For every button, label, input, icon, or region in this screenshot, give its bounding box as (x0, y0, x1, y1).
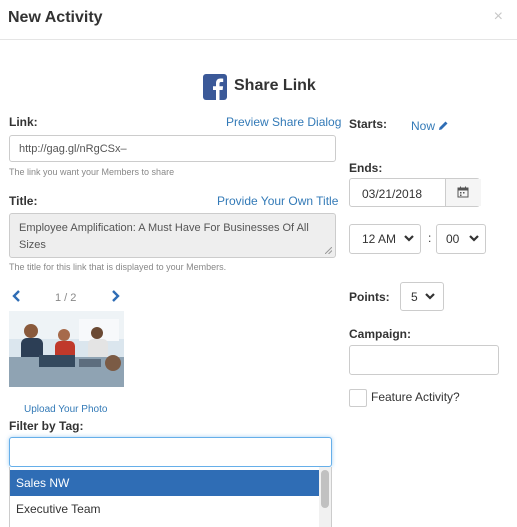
minute-select-value: 00 (446, 232, 460, 246)
title-help-text: The title for this link that is displaye… (9, 262, 227, 272)
tag-dropdown-list: Sales NW Executive Team (9, 467, 332, 527)
chevron-down-icon (404, 235, 414, 242)
share-title: Share Link (234, 77, 316, 94)
calendar-button[interactable] (445, 179, 481, 206)
starts-value: Now (411, 119, 436, 133)
title-label: Title: (9, 194, 38, 208)
resize-grip-icon[interactable] (325, 247, 332, 254)
starts-label: Starts: (349, 117, 388, 131)
dropdown-scrollbar-thumb[interactable] (321, 470, 329, 508)
pencil-icon (439, 121, 448, 130)
campaign-label: Campaign: (349, 327, 412, 341)
preview-share-dialog-link[interactable]: Preview Share Dialog (226, 115, 341, 129)
ends-date-input[interactable]: 03/21/2018 (349, 178, 481, 207)
modal-header: New Activity × (0, 0, 517, 40)
dropdown-scrollbar[interactable] (319, 467, 331, 527)
chevron-left-icon[interactable] (12, 289, 21, 305)
feature-activity-label: Feature Activity? (371, 390, 460, 404)
time-separator: : (428, 231, 432, 245)
hour-select-value: 12 AM (362, 232, 397, 246)
tag-option-sales-nw[interactable]: Sales NW (10, 470, 319, 496)
ends-date-value: 03/21/2018 (362, 187, 423, 201)
tag-option-executive-team[interactable]: Executive Team (10, 496, 319, 522)
calendar-icon (457, 186, 469, 198)
points-select-value: 5 (411, 290, 418, 304)
link-label: Link: (9, 115, 38, 129)
close-button[interactable]: × (494, 8, 503, 26)
share-image-thumbnail (9, 311, 124, 387)
image-pager-text: 1 / 2 (55, 292, 77, 304)
title-textarea[interactable]: Employee Amplification: A Must Have For … (9, 213, 336, 258)
feature-activity-checkbox[interactable] (349, 389, 367, 407)
upload-photo-link[interactable]: Upload Your Photo (24, 404, 107, 415)
tag-filter-input[interactable] (9, 437, 332, 467)
provide-own-title-link[interactable]: Provide Your Own Title (217, 194, 338, 208)
facebook-icon (203, 74, 227, 100)
ends-label: Ends: (349, 161, 383, 175)
points-select[interactable]: 5 (400, 282, 444, 311)
chevron-down-icon (425, 293, 435, 300)
chevron-right-icon[interactable] (111, 289, 120, 305)
title-textarea-value: Employee Amplification: A Must Have For … (19, 222, 309, 251)
minute-select[interactable]: 00 (436, 224, 486, 254)
link-input[interactable]: http://gag.gl/nRgCSx– (9, 135, 336, 162)
points-label: Points: (349, 290, 390, 304)
hour-select[interactable]: 12 AM (349, 224, 421, 254)
starts-now-link[interactable]: Now (411, 119, 449, 133)
chevron-down-icon (469, 235, 479, 242)
filter-by-tag-label: Filter by Tag: (9, 419, 84, 433)
campaign-input[interactable] (349, 345, 499, 375)
link-input-value: http://gag.gl/nRgCSx– (19, 143, 127, 155)
modal-title: New Activity (8, 9, 103, 26)
link-help-text: The link you want your Members to share (9, 167, 175, 177)
